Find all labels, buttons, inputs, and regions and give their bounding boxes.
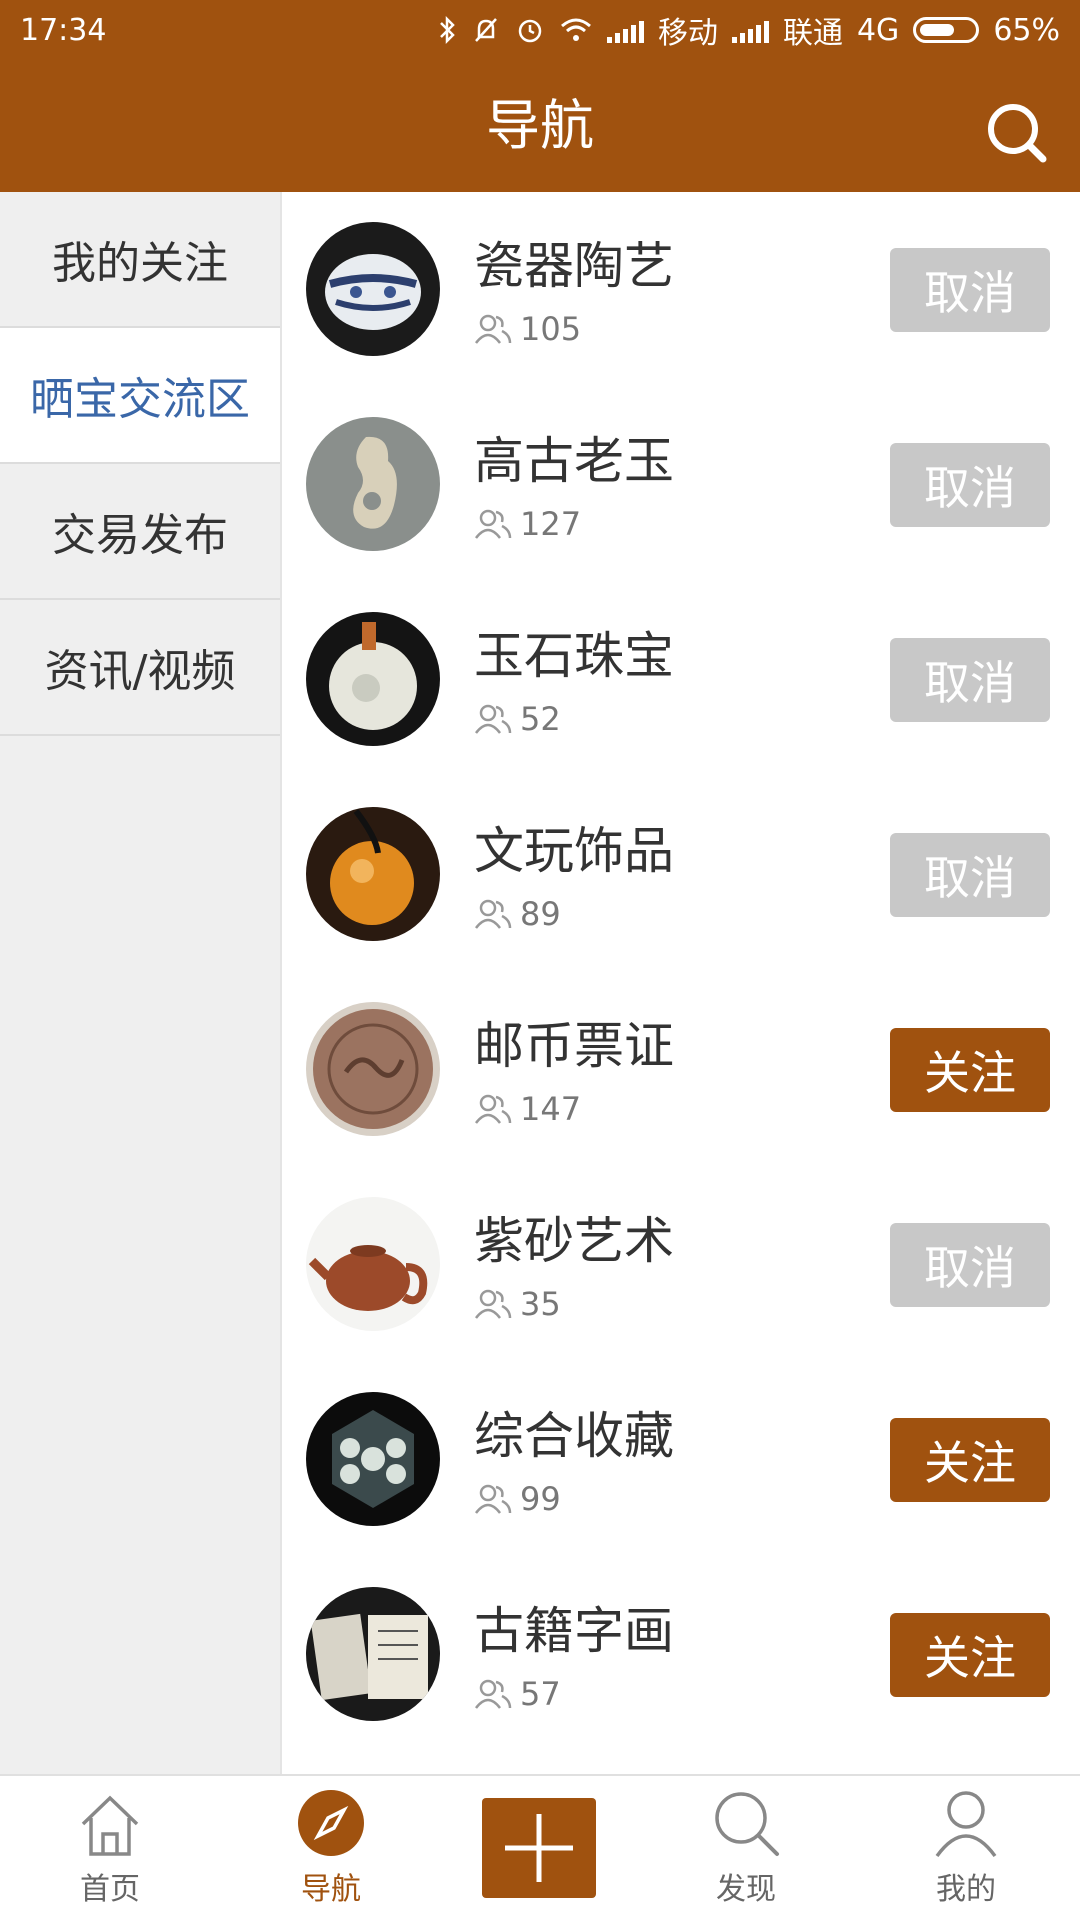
- member-count: 35: [474, 1285, 561, 1323]
- status-time: 17:34: [20, 12, 107, 48]
- tab-home-label: 首页: [80, 1872, 140, 1907]
- plus-icon: [505, 1814, 573, 1882]
- category-name: 瓷器陶艺: [474, 237, 674, 295]
- member-count-value: 52: [520, 700, 561, 738]
- members-icon: [475, 1484, 512, 1514]
- coin-thumbnail: [306, 1002, 440, 1136]
- wifi-icon: [560, 18, 591, 41]
- alarm-icon: [518, 19, 542, 43]
- members-icon: [475, 899, 512, 929]
- list-item[interactable]: 瓷器陶艺 105 取消: [282, 192, 1080, 387]
- tab-profile-label: 我的: [936, 1872, 996, 1907]
- follow-button[interactable]: 关注: [890, 1613, 1050, 1697]
- page-title: 导航: [486, 94, 594, 157]
- tab-navigation[interactable]: 导航: [223, 1776, 439, 1920]
- follow-button[interactable]: 关注: [890, 1418, 1050, 1502]
- member-count-value: 89: [520, 895, 561, 933]
- list-item[interactable]: 邮币票证 147 关注: [282, 972, 1080, 1167]
- sidebar-item-news-video[interactable]: 资讯/视频: [0, 600, 280, 736]
- list-item[interactable]: 文玩饰品 89 取消: [282, 777, 1080, 972]
- unfollow-button[interactable]: 取消: [890, 248, 1050, 332]
- user-icon: [935, 1791, 997, 1858]
- sidebar-item-my-follows[interactable]: 我的关注: [0, 192, 280, 328]
- member-count-value: 127: [520, 505, 582, 543]
- category-name: 玉石珠宝: [474, 627, 674, 685]
- member-count: 127: [474, 505, 581, 543]
- category-name: 文玩饰品: [474, 822, 674, 880]
- member-count: 57: [474, 1675, 561, 1713]
- battery-percent: 65%: [993, 12, 1060, 48]
- collection-thumbnail: [306, 1392, 440, 1526]
- follow-button[interactable]: 关注: [890, 1028, 1050, 1112]
- amber-bead-thumbnail: [306, 807, 440, 941]
- members-icon: [475, 1679, 512, 1709]
- members-icon: [475, 509, 512, 539]
- category-list: 瓷器陶艺 105 取消 高古老玉 127 取消 玉石珠宝 52 取消 文玩饰品 …: [282, 192, 1080, 1774]
- carrier-1: 移动: [657, 16, 718, 51]
- sidebar-menu: 我的关注 晒宝交流区 交易发布 资讯/视频: [0, 192, 282, 1774]
- status-bar: 17:34 移动 联通 4G 65%: [0, 0, 1080, 60]
- porcelain-jar-thumbnail: [306, 222, 440, 356]
- compass-icon: [298, 1790, 364, 1856]
- header-search-button[interactable]: [980, 96, 1052, 168]
- carrier-2: 联通: [782, 16, 843, 51]
- list-item[interactable]: 古籍字画 57 关注: [282, 1557, 1080, 1752]
- list-item[interactable]: 玉石珠宝 52 取消: [282, 582, 1080, 777]
- tab-profile[interactable]: 我的: [858, 1776, 1074, 1920]
- member-count: 99: [474, 1480, 561, 1518]
- members-icon: [475, 1289, 512, 1319]
- member-count-value: 57: [520, 1675, 561, 1713]
- tab-home[interactable]: 首页: [2, 1776, 218, 1920]
- jade-ring-thumbnail: [306, 612, 440, 746]
- category-name: 古籍字画: [474, 1602, 674, 1660]
- category-name: 邮币票证: [474, 1017, 674, 1075]
- home-icon: [81, 1795, 139, 1856]
- search-icon: [988, 104, 1047, 163]
- mute-icon: [475, 18, 497, 42]
- unfollow-button[interactable]: 取消: [890, 443, 1050, 527]
- bottom-tab-bar: 首页 导航 发现 我的: [0, 1774, 1080, 1920]
- member-count-value: 35: [520, 1285, 561, 1323]
- member-count-value: 105: [520, 310, 582, 348]
- members-icon: [475, 1094, 512, 1124]
- search-icon: [715, 1792, 779, 1856]
- battery-icon: [913, 17, 980, 43]
- list-item[interactable]: 高古老玉 127 取消: [282, 387, 1080, 582]
- top-bar: 17:34 移动 联通 4G 65% 导航: [0, 0, 1080, 192]
- members-icon: [475, 314, 512, 344]
- jade-dragon-thumbnail: [306, 417, 440, 551]
- status-icons: 移动 联通 4G 65%: [437, 8, 1060, 52]
- signal-icon-2: [731, 17, 769, 43]
- tab-discover-label: 发现: [716, 1872, 776, 1907]
- list-item[interactable]: 紫砂艺术 35 取消: [282, 1167, 1080, 1362]
- list-item[interactable]: 综合收藏 99 关注: [282, 1362, 1080, 1557]
- signal-icon: [606, 17, 644, 43]
- member-count-value: 147: [520, 1090, 582, 1128]
- unfollow-button[interactable]: 取消: [890, 1223, 1050, 1307]
- tab-discover[interactable]: 发现: [638, 1776, 854, 1920]
- tab-navigation-label: 导航: [301, 1872, 361, 1907]
- member-count-value: 99: [520, 1480, 561, 1518]
- member-count: 89: [474, 895, 561, 933]
- sidebar-item-trade[interactable]: 交易发布: [0, 464, 280, 600]
- network-type: 4G: [856, 12, 900, 48]
- member-count: 105: [474, 310, 581, 348]
- add-post-button[interactable]: [482, 1798, 596, 1898]
- unfollow-button[interactable]: 取消: [890, 833, 1050, 917]
- bluetooth-icon: [440, 15, 455, 45]
- member-count: 147: [474, 1090, 581, 1128]
- category-name: 紫砂艺术: [474, 1212, 674, 1270]
- sidebar-item-showcase[interactable]: 晒宝交流区: [0, 328, 280, 464]
- member-count: 52: [474, 700, 561, 738]
- teapot-thumbnail: [306, 1197, 440, 1331]
- category-name: 高古老玉: [474, 432, 674, 490]
- members-icon: [475, 704, 512, 734]
- unfollow-button[interactable]: 取消: [890, 638, 1050, 722]
- category-name: 综合收藏: [474, 1407, 674, 1465]
- books-thumbnail: [306, 1587, 440, 1721]
